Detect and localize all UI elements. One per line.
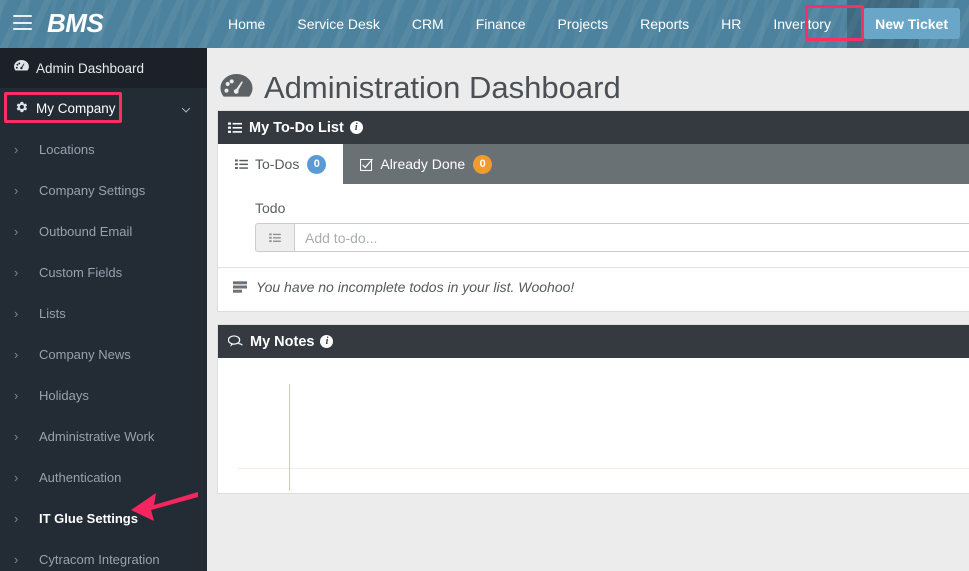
new-ticket-button[interactable]: New Ticket: [863, 8, 960, 39]
chevron-right-icon: ›: [14, 183, 39, 198]
chevron-right-icon: ›: [14, 224, 39, 239]
nav-item-inventory[interactable]: Inventory: [757, 0, 847, 48]
hamburger-line: [13, 28, 32, 30]
add-todo-input[interactable]: [294, 223, 969, 252]
todo-input-row: [255, 223, 969, 252]
list-icon[interactable]: [255, 223, 294, 252]
hamburger-line: [13, 15, 32, 17]
brand-logo[interactable]: BMS: [47, 8, 103, 39]
page-title-row: Administration Dashboard: [207, 48, 969, 110]
chevron-right-icon: ›: [14, 552, 39, 567]
chevron-right-icon: ›: [14, 347, 39, 362]
sidebar-item-label: Custom Fields: [39, 265, 122, 280]
notes-ruled-paper: [237, 384, 969, 469]
todo-tabs: To-Dos 0 Already Done 0: [218, 144, 969, 184]
chevron-right-icon: ›: [14, 429, 39, 444]
notes-margin-line: [289, 384, 290, 491]
notes-panel: My Notes i: [217, 324, 969, 494]
todo-field-label: Todo: [255, 200, 969, 216]
notes-panel-header: My Notes i: [218, 325, 969, 358]
sidebar-item-label: Admin Dashboard: [36, 61, 144, 76]
top-header-bar: BMS Home Service Desk CRM Finance Projec…: [0, 0, 969, 48]
list-alt-icon: [233, 281, 247, 293]
page-title: Administration Dashboard: [264, 70, 621, 106]
sidebar-item-label: Lists: [39, 306, 66, 321]
todo-panel-title: My To-Do List: [249, 120, 344, 136]
todo-empty-message-row: You have no incomplete todos in your lis…: [233, 268, 969, 311]
sidebar-item-label: Company Settings: [39, 183, 145, 198]
sidebar-section-my-company[interactable]: My Company: [0, 88, 207, 129]
sidebar-item-label: IT Glue Settings: [39, 511, 138, 526]
chevron-right-icon: ›: [14, 265, 39, 280]
todo-panel-header: My To-Do List i: [218, 111, 969, 144]
hamburger-line: [13, 22, 32, 24]
sidebar-item-label: Authentication: [39, 470, 121, 485]
tab-label: To-Dos: [255, 156, 299, 172]
dashboard-icon: [14, 60, 36, 76]
sidebar-item-company-settings[interactable]: › Company Settings: [0, 170, 207, 211]
sidebar-item-outbound-email[interactable]: › Outbound Email: [0, 211, 207, 252]
notes-panel-title: My Notes: [250, 334, 314, 350]
chevron-right-icon: ›: [14, 142, 39, 157]
hamburger-menu-icon[interactable]: [13, 15, 32, 30]
annotation-arrow-it-glue: [128, 488, 200, 530]
speedometer-icon: [220, 74, 253, 102]
chevron-right-icon: ›: [14, 511, 39, 526]
info-icon[interactable]: i: [320, 335, 333, 348]
check-square-icon: [360, 158, 373, 171]
sidebar-item-label: Outbound Email: [39, 224, 132, 239]
sidebar-item-lists[interactable]: › Lists: [0, 293, 207, 334]
tab-count-badge: 0: [307, 155, 326, 174]
main-navigation: Home Service Desk CRM Finance Projects R…: [212, 0, 919, 48]
chevron-down-icon[interactable]: [182, 104, 190, 112]
comment-icon: [228, 335, 243, 348]
sidebar-section-label: My Company: [36, 101, 116, 116]
chevron-right-icon: ›: [14, 388, 39, 403]
tab-already-done[interactable]: Already Done 0: [343, 144, 509, 184]
sidebar-item-locations[interactable]: › Locations: [0, 129, 207, 170]
main-content: Administration Dashboard My To-Do List i: [207, 48, 969, 571]
list-icon: [228, 122, 242, 134]
sidebar-item-company-news[interactable]: › Company News: [0, 334, 207, 375]
sidebar-item-label: Cytracom Integration: [39, 552, 160, 567]
todo-panel: My To-Do List i To-Dos 0: [217, 110, 969, 312]
tab-count-badge: 0: [473, 155, 492, 174]
panel-gap: [207, 312, 969, 324]
tab-todos[interactable]: To-Dos 0: [218, 144, 343, 184]
sidebar-item-custom-fields[interactable]: › Custom Fields: [0, 252, 207, 293]
sidebar-item-label: Locations: [39, 142, 95, 157]
todo-body: Todo: [218, 184, 969, 311]
chevron-right-icon: ›: [14, 306, 39, 321]
sidebar-item-label: Administrative Work: [39, 429, 154, 444]
gear-icon: [14, 100, 36, 117]
sidebar-item-cytracom-integration[interactable]: › Cytracom Integration: [0, 539, 207, 571]
sidebar-item-label: Company News: [39, 347, 131, 362]
todo-empty-message: You have no incomplete todos in your lis…: [256, 279, 574, 295]
sidebar-item-administrative-work[interactable]: › Administrative Work: [0, 416, 207, 457]
nav-item-home[interactable]: Home: [212, 0, 281, 48]
nav-item-reports[interactable]: Reports: [624, 0, 705, 48]
sidebar-item-holidays[interactable]: › Holidays: [0, 375, 207, 416]
notes-body[interactable]: [218, 358, 969, 493]
nav-item-crm[interactable]: CRM: [396, 0, 460, 48]
nav-item-projects[interactable]: Projects: [542, 0, 625, 48]
chevron-right-icon: ›: [14, 470, 39, 485]
sidebar-item-admin-dashboard[interactable]: Admin Dashboard: [0, 48, 207, 88]
nav-item-hr[interactable]: HR: [705, 0, 757, 48]
info-icon[interactable]: i: [350, 121, 363, 134]
sidebar-item-label: Holidays: [39, 388, 89, 403]
nav-item-service-desk[interactable]: Service Desk: [281, 0, 395, 48]
tab-label: Already Done: [380, 156, 465, 172]
nav-item-finance[interactable]: Finance: [460, 0, 542, 48]
list-icon: [235, 159, 248, 170]
